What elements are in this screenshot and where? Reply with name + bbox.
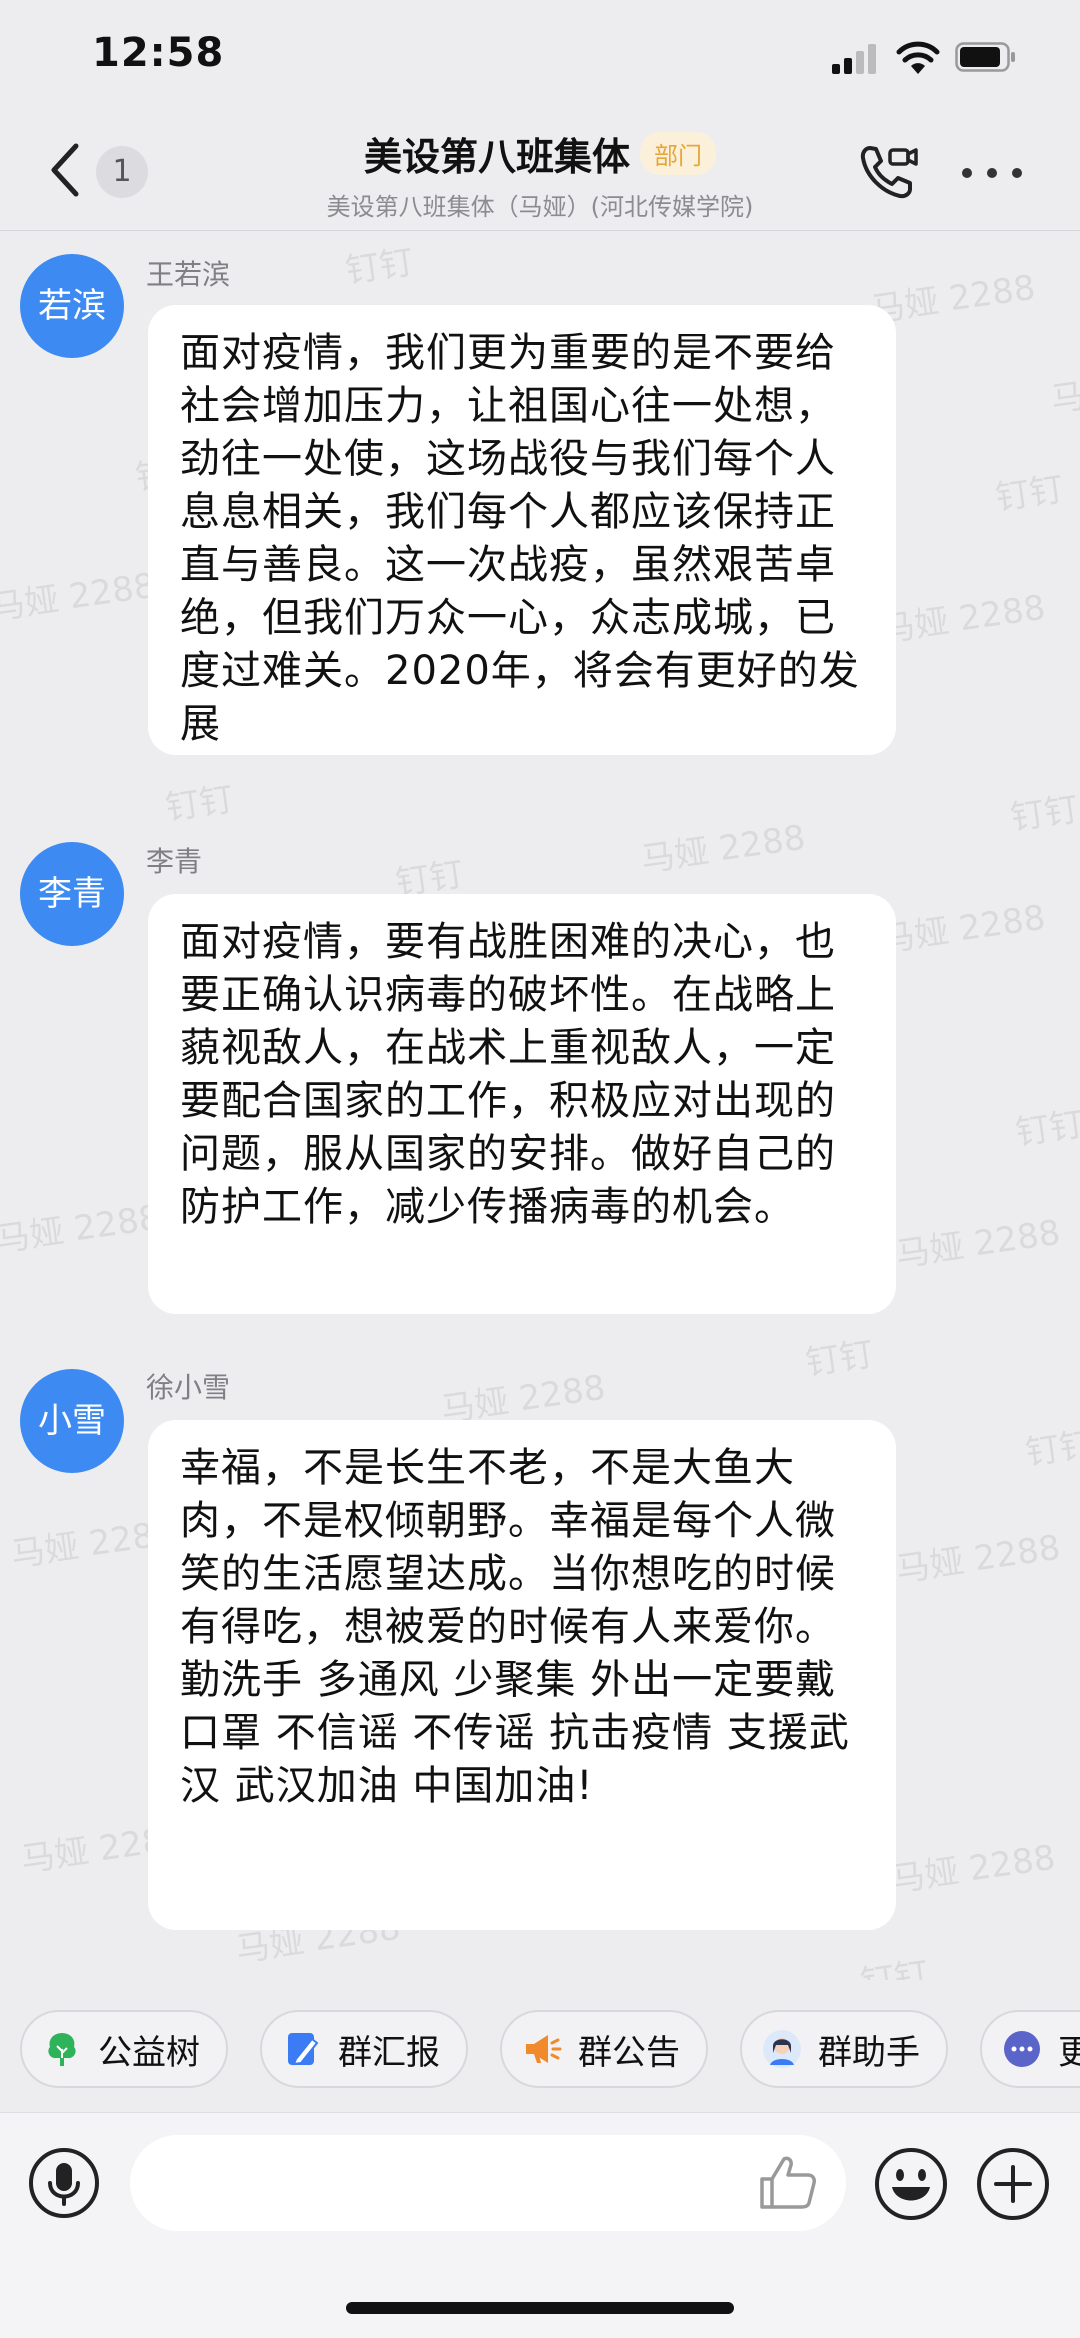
message-input[interactable] — [130, 2135, 846, 2231]
quick-action-group-report[interactable]: 群汇报 — [260, 2010, 468, 2088]
watermark: 马娅 2288 — [888, 1837, 1058, 1901]
chat-title-block[interactable]: 美设第八班集体 部门 美设第八班集体（马娅）(河北传媒学院) — [200, 126, 880, 222]
quick-action-more[interactable]: 更 — [980, 2010, 1080, 2088]
chat-header: 1 美设第八班集体 部门 美设第八班集体（马娅）(河北传媒学院) — [0, 118, 1080, 231]
thumbs-up-icon[interactable] — [756, 2151, 818, 2213]
watermark: 马娅 2288 — [878, 587, 1048, 651]
watermark: 马娅 2288 — [893, 1527, 1063, 1591]
watermark: 钉钉 — [993, 469, 1066, 519]
watermark: 钉钉 — [1023, 1424, 1080, 1474]
assistant-icon — [763, 2030, 801, 2068]
quick-action-charity-tree[interactable]: 公益树 — [20, 2010, 228, 2088]
message-bubble[interactable]: 面对疫情，要有战胜困难的决心，也要正确认识病毒的破坏性。在战略上藐视敌人，在战术… — [148, 894, 896, 1314]
tree-icon — [48, 2033, 76, 2066]
watermark: 钉钉 — [803, 1334, 876, 1384]
more-options-icon[interactable] — [960, 150, 1024, 194]
home-indicator[interactable] — [346, 2302, 734, 2314]
watermark: 钉钉 — [343, 242, 416, 292]
avatar[interactable]: 若滨 — [20, 254, 124, 358]
quick-action-label: 公益树 — [98, 2032, 200, 2073]
avatar[interactable]: 小雪 — [20, 1369, 124, 1473]
sender-name: 王若滨 — [146, 258, 231, 291]
add-attachment-icon[interactable] — [976, 2147, 1050, 2221]
watermark: 马娅 2288 — [1048, 358, 1080, 421]
watermark: 马娅 2288 — [0, 565, 158, 629]
megaphone-icon — [526, 2035, 562, 2063]
microphone-icon[interactable] — [28, 2147, 100, 2219]
quick-action-label: 更 — [1058, 2032, 1080, 2073]
watermark: 马娅 2288 — [0, 1197, 163, 1261]
chat-title: 美设第八班集体 — [363, 135, 630, 179]
cellular-signal-icon — [832, 44, 880, 74]
watermark: 钉钉 — [858, 1954, 931, 1980]
message-list[interactable]: 钉钉 马娅 2288 马娅 2288 钉钉 钉钉 马娅 2288 马娅 2288… — [0, 231, 1080, 1980]
sender-name: 李青 — [146, 845, 203, 878]
avatar[interactable]: 李青 — [20, 842, 124, 946]
quick-action-label: 群助手 — [818, 2032, 920, 2073]
chat-subtitle: 美设第八班集体（马娅）(河北传媒学院) — [326, 193, 754, 221]
unread-count-badge[interactable]: 1 — [96, 146, 148, 198]
battery-icon — [955, 42, 1015, 72]
quick-action-label: 群公告 — [578, 2032, 680, 2073]
watermark: 钉钉 — [1013, 1104, 1080, 1154]
wifi-icon — [896, 41, 940, 74]
department-tag: 部门 — [640, 132, 716, 175]
watermark: 马娅 2288 — [638, 817, 808, 881]
quick-action-bar[interactable]: 公益树 群汇报 群公告 群助手 更 — [0, 1980, 1080, 2110]
sender-name: 徐小雪 — [146, 1371, 231, 1404]
quick-action-group-assistant[interactable]: 群助手 — [740, 2010, 948, 2088]
emoji-icon[interactable] — [874, 2147, 948, 2221]
report-icon — [288, 2033, 319, 2066]
watermark: 钉钉 — [163, 779, 236, 829]
quick-action-label: 群汇报 — [338, 2032, 440, 2073]
video-call-icon[interactable] — [856, 140, 920, 204]
quick-action-group-announcement[interactable]: 群公告 — [500, 2010, 708, 2088]
watermark: 钉钉 — [1008, 789, 1080, 839]
watermark: 马娅 2288 — [878, 897, 1048, 961]
status-time: 12:58 — [92, 30, 225, 76]
message-bubble[interactable]: 幸福，不是长生不老，不是大鱼大肉，不是权倾朝野。幸福是每个人微笑的生活愿望达成。… — [148, 1420, 896, 1930]
back-button[interactable] — [46, 140, 86, 200]
message-bubble[interactable]: 面对疫情，我们更为重要的是不要给社会增加压力，让祖国心往一处想，劲往一处使，这场… — [148, 305, 896, 755]
watermark: 马娅 2288 — [893, 1212, 1063, 1276]
more-dots-icon — [1004, 2031, 1040, 2067]
status-bar: 12:58 — [0, 0, 1080, 118]
